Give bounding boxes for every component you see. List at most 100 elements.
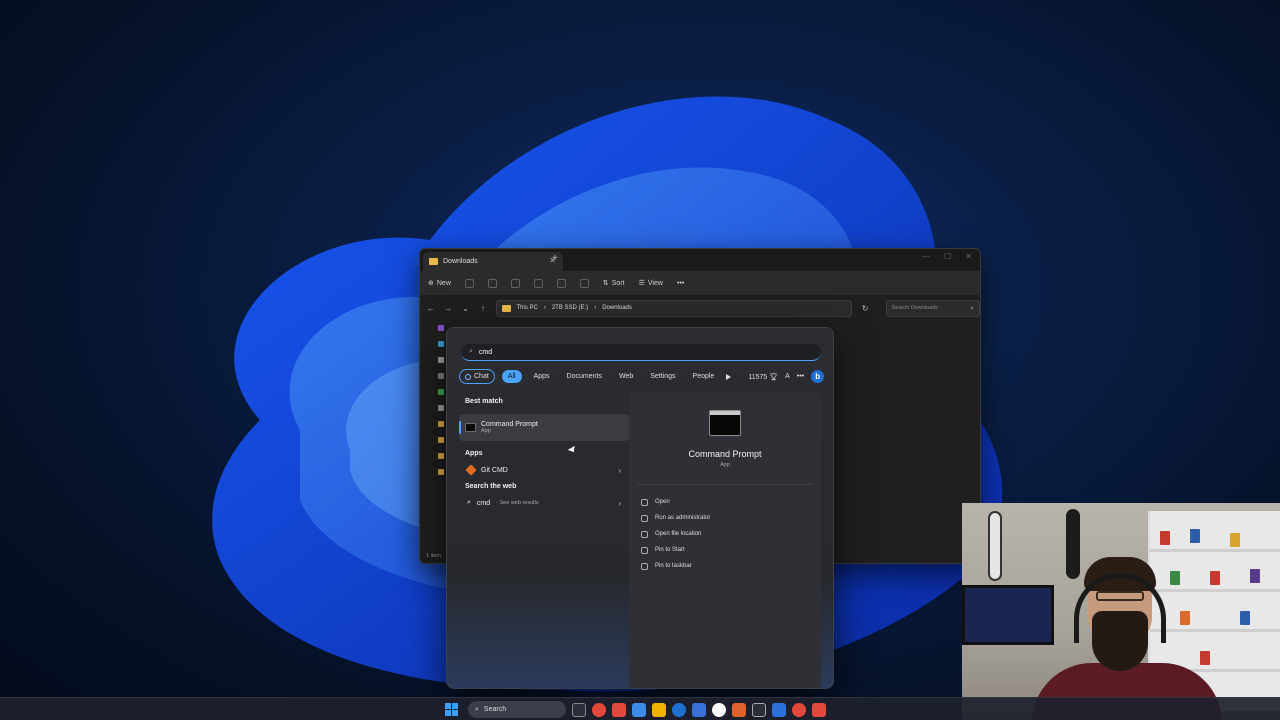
- folder-icon[interactable]: [438, 421, 444, 427]
- filter-apps[interactable]: Apps: [529, 370, 555, 383]
- word-icon[interactable]: [772, 702, 786, 717]
- tab-downloads[interactable]: Downloads ✕: [423, 252, 563, 271]
- chrome-icon[interactable]: [592, 702, 606, 717]
- taskbar-search[interactable]: ⌕ Search: [468, 701, 566, 718]
- filter-documents[interactable]: Documents: [562, 370, 607, 383]
- cut-icon[interactable]: [464, 278, 474, 288]
- action-run-as-admin[interactable]: Run as administrator: [641, 510, 710, 526]
- back-arrow-icon[interactable]: ←: [426, 304, 435, 313]
- chevron-right-icon[interactable]: ›: [618, 466, 621, 475]
- view-icon: ☰: [638, 280, 645, 287]
- action-open-file-location[interactable]: Open file location: [641, 526, 710, 542]
- nav-item-icon[interactable]: [438, 325, 444, 331]
- taskbar-apps: ⌕ Search: [445, 701, 826, 718]
- nav-item-icon[interactable]: [438, 341, 444, 347]
- title-bar: Downloads ✕ + — ☐ ✕: [420, 249, 980, 271]
- result-type: App: [481, 428, 491, 434]
- folder-icon[interactable]: [438, 437, 444, 443]
- plus-icon: ⊕: [428, 280, 434, 287]
- action-pin-to-taskbar[interactable]: Pin to taskbar: [641, 558, 710, 574]
- app-icon[interactable]: [712, 702, 726, 717]
- tab-title: Downloads: [443, 258, 478, 265]
- paste-icon[interactable]: [510, 278, 520, 288]
- sort-button[interactable]: ⇅ Sort: [603, 279, 625, 288]
- filter-people[interactable]: People: [688, 370, 720, 383]
- action-open[interactable]: Open: [641, 494, 710, 510]
- apps-heading: Apps: [465, 450, 483, 457]
- search-icon: ⌕: [475, 705, 479, 713]
- breadcrumb-this-pc[interactable]: This PC: [517, 305, 538, 311]
- search-icon: ⌕: [469, 348, 473, 355]
- background-monitor: [962, 585, 1054, 645]
- nav-item-icon[interactable]: [438, 389, 444, 395]
- filter-web[interactable]: Web: [614, 370, 638, 383]
- taskbar: ⌕ Search: [0, 697, 1280, 720]
- best-match-heading: Best match: [465, 398, 503, 405]
- recent-chevron-icon[interactable]: ⌄: [461, 304, 470, 313]
- divider: [637, 484, 813, 485]
- rewards-points[interactable]: 11575 🏆︎: [748, 373, 778, 381]
- nav-item-icon[interactable]: [438, 405, 444, 411]
- new-tab-button[interactable]: +: [552, 253, 558, 264]
- vivaldi-icon[interactable]: [612, 702, 626, 717]
- up-arrow-icon[interactable]: ↑: [478, 304, 487, 313]
- folder-icon[interactable]: [438, 453, 444, 459]
- action-list: Open Run as administrator Open file loca…: [641, 494, 710, 574]
- powerpoint-icon[interactable]: [792, 702, 806, 717]
- search-input[interactable]: ⌕ cmd: [461, 344, 821, 361]
- minimize-button[interactable]: —: [922, 252, 930, 261]
- more-icon[interactable]: •••: [797, 373, 804, 380]
- address-bar[interactable]: This PC › 2TB SSD (E:) › Downloads: [495, 299, 853, 317]
- best-match-item[interactable]: Command Prompt App: [459, 414, 629, 441]
- git-icon: [465, 464, 477, 476]
- search-icon: ⌕: [467, 499, 471, 506]
- webcam-overlay: [962, 503, 1280, 720]
- app-icon[interactable]: [812, 702, 826, 717]
- filter-chat[interactable]: Chat: [459, 369, 495, 384]
- app-icon[interactable]: [732, 702, 746, 717]
- task-view-icon[interactable]: [572, 702, 586, 717]
- navigation-pane: [426, 325, 448, 485]
- explorer-search-input[interactable]: Search Downloads ⌕: [885, 299, 980, 317]
- more-options-button[interactable]: •••: [677, 280, 684, 287]
- pin-icon: [641, 562, 648, 570]
- view-button[interactable]: ☰ View: [638, 279, 663, 288]
- copy-icon[interactable]: [487, 278, 497, 288]
- result-git-cmd[interactable]: Git CMD ›: [459, 461, 629, 479]
- command-bar: ⊕ New ⇅ Sort ☰ View •••: [420, 271, 980, 295]
- todo-icon[interactable]: [692, 702, 706, 717]
- delete-icon[interactable]: [579, 278, 589, 288]
- forward-arrow-icon[interactable]: →: [443, 304, 452, 313]
- search-filter-bar: Chat All Apps Documents Web Settings Peo…: [459, 369, 825, 384]
- play-icon[interactable]: [726, 373, 732, 380]
- new-button[interactable]: ⊕ New: [428, 279, 451, 288]
- share-icon[interactable]: [556, 278, 566, 288]
- rename-icon[interactable]: [533, 278, 543, 288]
- app-icon[interactable]: [632, 702, 646, 717]
- action-pin-to-start[interactable]: Pin to Start: [641, 542, 710, 558]
- account-letter[interactable]: A: [785, 373, 790, 380]
- folder-icon[interactable]: [438, 469, 444, 475]
- maximize-button[interactable]: ☐: [944, 252, 951, 261]
- search-query: cmd: [478, 348, 493, 356]
- nav-item-icon[interactable]: [438, 373, 444, 379]
- breadcrumb-separator-icon: ›: [543, 305, 546, 311]
- start-button-icon[interactable]: [445, 703, 458, 716]
- filter-all[interactable]: All: [501, 370, 522, 383]
- folder-icon: [429, 258, 438, 265]
- bing-icon[interactable]: b: [811, 370, 825, 383]
- refresh-icon[interactable]: ↻: [860, 304, 869, 313]
- web-result[interactable]: ⌕ cmd - See web results ›: [459, 494, 629, 512]
- breadcrumb-drive[interactable]: 2TB SSD (E:): [552, 305, 588, 311]
- breadcrumb-downloads[interactable]: Downloads: [602, 305, 632, 311]
- close-button[interactable]: ✕: [965, 252, 972, 261]
- file-explorer-icon[interactable]: [652, 702, 666, 717]
- terminal-icon[interactable]: [752, 702, 766, 717]
- nav-item-icon[interactable]: [438, 357, 444, 363]
- chevron-right-icon[interactable]: ›: [618, 499, 621, 508]
- edge-icon[interactable]: [672, 702, 686, 717]
- web-heading: Search the web: [465, 483, 517, 490]
- filter-settings[interactable]: Settings: [645, 370, 680, 383]
- bing-chat-icon: [465, 373, 471, 380]
- result-name: Command Prompt: [481, 421, 538, 428]
